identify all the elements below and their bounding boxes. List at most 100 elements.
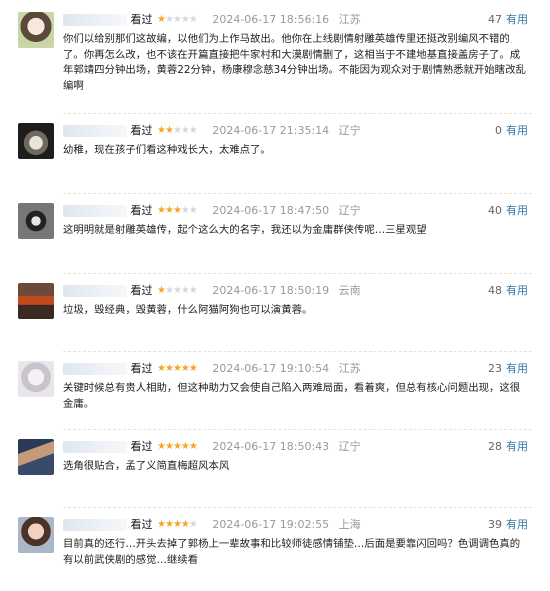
vote-count: 47: [488, 13, 502, 26]
username-blurred[interactable]: [63, 125, 127, 137]
star-filled-icon: ★: [164, 363, 174, 374]
vote-area: 40 有用: [488, 203, 528, 219]
username-blurred[interactable]: [63, 519, 127, 531]
star-filled-icon: ★: [172, 363, 182, 374]
avatar[interactable]: [18, 517, 54, 553]
star-filled-icon: ★: [172, 441, 182, 452]
comment-meta: 看过 ★★★★★ 2024-06-17 18:50:19 云南: [63, 283, 532, 299]
vote-area: 28 有用: [488, 439, 528, 455]
comment-location: 辽宁: [338, 440, 361, 453]
vote-count: 28: [488, 440, 502, 453]
star-filled-icon: ★: [157, 519, 166, 530]
watch-status: 看过: [130, 204, 153, 217]
star-filled-icon: ★: [164, 519, 174, 530]
comment-time: 2024-06-17 21:35:14: [212, 124, 330, 137]
comment-time: 2024-06-17 18:50:43: [212, 440, 330, 453]
star-empty-icon: ★: [188, 205, 198, 216]
rating-stars: ★★★★★: [157, 517, 198, 533]
vote-count: 39: [488, 518, 502, 531]
comment-location: 辽宁: [338, 124, 361, 137]
rating-stars: ★★★★★: [157, 361, 198, 377]
avatar[interactable]: [18, 361, 54, 397]
comment-meta: 看过 ★★★★★ 2024-06-17 19:02:55 上海: [63, 517, 532, 533]
comment-meta: 看过 ★★★★★ 2024-06-17 18:50:43 辽宁: [63, 439, 532, 455]
avatar[interactable]: [18, 12, 54, 48]
useful-button[interactable]: 有用: [506, 440, 528, 453]
comment-divider: [63, 273, 532, 274]
vote-area: 48 有用: [488, 283, 528, 299]
avatar[interactable]: [18, 123, 54, 159]
star-filled-icon: ★: [157, 441, 166, 452]
comment-text: 这明明就是射雕英雄传，起个这么大的名字，我还以为金庸群侠传呢…三星观望: [63, 224, 427, 236]
comment-meta: 看过 ★★★★★ 2024-06-17 18:47:50 辽宁: [63, 203, 532, 219]
star-filled-icon: ★: [157, 205, 166, 216]
useful-button[interactable]: 有用: [506, 518, 528, 531]
star-empty-icon: ★: [188, 519, 198, 530]
comment-location: 云南: [338, 284, 361, 297]
comment-text: 目前真的还行…开头去掉了郭杨上一辈故事和比较师徒感情铺垫…后面是要靠闪回吗？色调…: [63, 538, 521, 566]
star-filled-icon: ★: [157, 363, 166, 374]
vote-count: 48: [488, 284, 502, 297]
comment-divider: [63, 113, 532, 114]
avatar[interactable]: [18, 203, 54, 239]
star-filled-icon: ★: [164, 125, 174, 136]
watch-status: 看过: [130, 518, 153, 531]
star-filled-icon: ★: [180, 519, 190, 530]
vote-count: 0: [495, 124, 502, 137]
useful-button[interactable]: 有用: [506, 362, 528, 375]
rating-stars: ★★★★★: [157, 439, 198, 455]
username-blurred[interactable]: [63, 205, 127, 217]
username-blurred[interactable]: [63, 363, 127, 375]
star-empty-icon: ★: [172, 125, 182, 136]
star-filled-icon: ★: [188, 441, 198, 452]
star-filled-icon: ★: [157, 285, 166, 296]
star-empty-icon: ★: [188, 14, 198, 25]
star-filled-icon: ★: [157, 14, 166, 25]
comment-divider: [63, 429, 532, 430]
comment-divider: [63, 351, 532, 352]
vote-area: 47 有用: [488, 12, 528, 28]
vote-area: 0 有用: [495, 123, 528, 139]
useful-button[interactable]: 有用: [506, 284, 528, 297]
watch-status: 看过: [130, 440, 153, 453]
useful-button[interactable]: 有用: [506, 204, 528, 217]
comment-text: 选角很贴合，孟了义简直梅超风本风: [63, 460, 230, 472]
avatar[interactable]: [18, 439, 54, 475]
useful-button[interactable]: 有用: [506, 124, 528, 137]
star-empty-icon: ★: [164, 285, 174, 296]
comment-time: 2024-06-17 18:50:19: [212, 284, 330, 297]
useful-button[interactable]: 有用: [506, 13, 528, 26]
star-empty-icon: ★: [172, 14, 182, 25]
username-blurred[interactable]: [63, 441, 127, 453]
comment-location: 辽宁: [338, 204, 361, 217]
comment-time: 2024-06-17 19:10:54: [212, 362, 330, 375]
comment-time: 2024-06-17 18:56:16: [212, 13, 330, 26]
username-blurred[interactable]: [63, 14, 127, 26]
watch-status: 看过: [130, 362, 153, 375]
star-empty-icon: ★: [180, 125, 190, 136]
star-empty-icon: ★: [188, 285, 198, 296]
username-blurred[interactable]: [63, 285, 127, 297]
watch-status: 看过: [130, 124, 153, 137]
star-empty-icon: ★: [180, 205, 190, 216]
comment-divider: [63, 193, 532, 194]
comment-time: 2024-06-17 19:02:55: [212, 518, 330, 531]
star-empty-icon: ★: [188, 125, 198, 136]
star-filled-icon: ★: [164, 205, 174, 216]
comment-text: 幼稚，现在孩子们看这种戏长大，太难点了。: [63, 144, 271, 156]
watch-status: 看过: [130, 13, 153, 26]
comment-location: 江苏: [338, 362, 361, 375]
rating-stars: ★★★★★: [157, 283, 198, 299]
star-filled-icon: ★: [188, 363, 198, 374]
star-filled-icon: ★: [180, 363, 190, 374]
vote-count: 40: [488, 204, 502, 217]
comment-text: 垃圾，毁经典，毁黄蓉，什么阿猫阿狗也可以演黄蓉。: [63, 304, 313, 316]
watch-status: 看过: [130, 284, 153, 297]
star-filled-icon: ★: [164, 441, 174, 452]
avatar[interactable]: [18, 283, 54, 319]
star-empty-icon: ★: [164, 14, 174, 25]
comment-meta: 看过 ★★★★★ 2024-06-17 18:56:16 江苏: [63, 12, 532, 28]
comment-divider: [63, 507, 532, 508]
star-filled-icon: ★: [172, 205, 182, 216]
comment-time: 2024-06-17 18:47:50: [212, 204, 330, 217]
